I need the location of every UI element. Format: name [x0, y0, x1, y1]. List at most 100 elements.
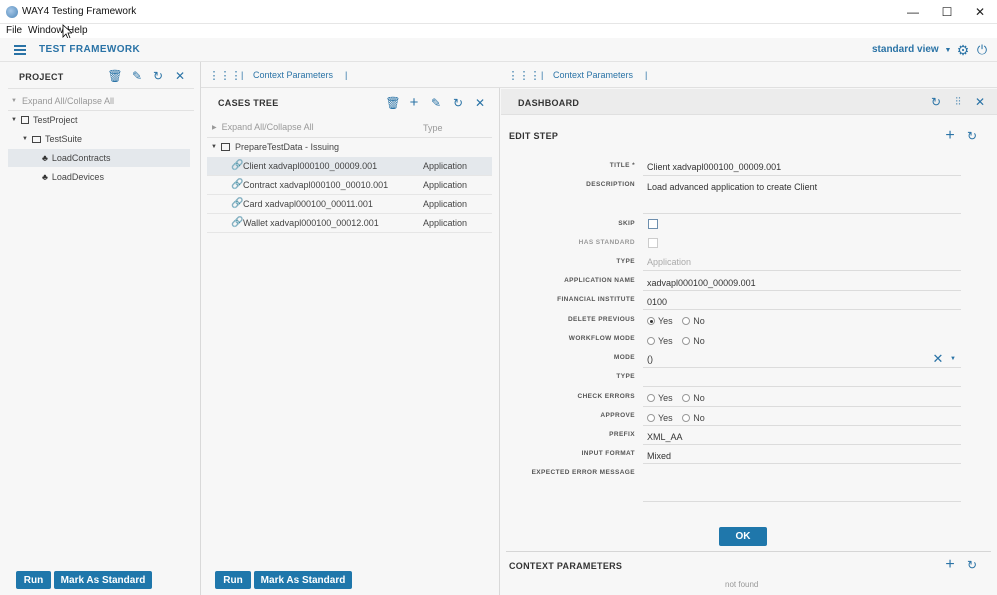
- project-panel: PROJECT 🗑 ✎ ↻ ✕ ▼ Expand All/Collapse Al…: [0, 62, 201, 595]
- tree-item-testsuite[interactable]: ▼ TestSuite: [22, 130, 192, 148]
- refresh-icon[interactable]: ↻: [451, 96, 465, 110]
- tree-item-loaddevices[interactable]: ♣ LoadDevices: [42, 168, 192, 186]
- case-row[interactable]: 🔗 Card xadvapl000100_00011.001 Applicati…: [207, 195, 492, 214]
- separator-bar: |: [541, 70, 544, 80]
- menu-file[interactable]: File: [6, 25, 22, 36]
- minimize-button[interactable]: —: [896, 0, 930, 24]
- description-field[interactable]: Load advanced application to create Clie…: [647, 182, 817, 192]
- delete-previous-yes[interactable]: Yes: [647, 316, 673, 326]
- view-selector[interactable]: standard view ▼: [872, 44, 951, 55]
- approve-yes[interactable]: Yes: [647, 413, 673, 423]
- tree-item-loadcontracts[interactable]: ♣ LoadContracts: [8, 149, 190, 167]
- apps-grid-icon[interactable]: ⋮⋮⋮: [508, 68, 541, 82]
- case-row[interactable]: 🔗 Wallet xadvapl000100_00012.001 Applica…: [207, 214, 492, 233]
- add-plus-icon[interactable]: +: [943, 556, 957, 573]
- settings-gear-icon[interactable]: ⚙: [955, 42, 971, 58]
- expand-all-label: Expand All/Collapse All: [221, 122, 314, 132]
- mode-select[interactable]: (): [647, 354, 653, 364]
- radio-icon: [682, 337, 691, 345]
- prefix-field[interactable]: XML_AA: [647, 432, 683, 442]
- link-icon: 🔗: [231, 179, 244, 190]
- skip-field-label: SKIP: [618, 220, 635, 227]
- edit-pencil-icon[interactable]: ✎: [130, 69, 144, 83]
- approve-no[interactable]: No: [682, 413, 705, 423]
- dashboard-header: DASHBOARD ↻ ⫶⫶ ✕: [501, 89, 997, 115]
- input-format-field[interactable]: Mixed: [647, 451, 671, 461]
- description-field-label: DESCRIPTION: [586, 181, 635, 188]
- delete-trash-icon[interactable]: 🗑: [385, 96, 400, 110]
- group-label: PrepareTestData - Issuing: [234, 142, 340, 152]
- project-expand-all[interactable]: ▼ Expand All/Collapse All: [11, 92, 114, 110]
- skip-checkbox[interactable]: [648, 219, 658, 229]
- prefix-field-label: PREFIX: [609, 431, 635, 438]
- field-underline: [643, 425, 961, 426]
- approve-field-label: APPROVE: [600, 412, 635, 419]
- approve-radio-group: Yes No: [647, 413, 712, 423]
- check-errors-no[interactable]: No: [682, 393, 705, 403]
- caret-down-icon: ▼: [11, 117, 17, 123]
- title-field[interactable]: Client xadvapl000100_00009.001: [647, 162, 781, 172]
- close-window-button[interactable]: ✕: [963, 0, 997, 24]
- close-icon[interactable]: ✕: [173, 69, 187, 83]
- tree-item-testproject[interactable]: ▼ TestProject: [11, 111, 191, 129]
- breadcrumb-context-parameters[interactable]: Context Parameters: [253, 70, 333, 80]
- add-plus-icon[interactable]: +: [407, 94, 421, 111]
- run-button[interactable]: Run: [16, 571, 51, 589]
- refresh-icon[interactable]: ↻: [151, 69, 165, 83]
- cases-breadcrumb-bar: ⋮⋮⋮ | Context Parameters |: [201, 62, 500, 88]
- type-column-header: Type: [423, 123, 443, 133]
- clear-x-icon[interactable]: ✕: [931, 351, 945, 366]
- field-underline: [643, 367, 961, 368]
- apps-grid-icon[interactable]: ⋮⋮⋮: [209, 68, 242, 82]
- case-label: Wallet xadvapl000100_00012.001: [243, 218, 379, 228]
- required-mark: *: [632, 162, 635, 169]
- cases-group-row[interactable]: ▼ PrepareTestData - Issuing: [211, 138, 481, 156]
- field-underline: [643, 463, 961, 464]
- refresh-icon[interactable]: ↻: [965, 129, 979, 143]
- case-type: Application: [423, 180, 468, 190]
- caret-down-icon: ▼: [22, 136, 28, 142]
- mode-field-label: MODE: [613, 354, 635, 361]
- maximize-button[interactable]: ☐: [930, 0, 964, 24]
- delete-trash-icon[interactable]: 🗑: [107, 69, 122, 83]
- refresh-icon[interactable]: ↻: [929, 95, 943, 109]
- financial-institute-field-label: FINANCIAL INSTITUTE: [557, 296, 635, 303]
- workflow-mode-field-label: WORKFLOW MODE: [568, 335, 635, 342]
- mark-as-standard-button[interactable]: Mark As Standard: [54, 571, 152, 589]
- radio-icon: [647, 414, 655, 422]
- financial-institute-field[interactable]: 0100: [647, 297, 667, 307]
- workflow-mode-yes[interactable]: Yes: [647, 336, 673, 346]
- case-type: Application: [423, 218, 468, 228]
- breadcrumb-context-parameters[interactable]: Context Parameters: [553, 70, 633, 80]
- field-underline: [643, 175, 961, 176]
- edit-pencil-icon[interactable]: ✎: [429, 96, 443, 110]
- run-button[interactable]: Run: [215, 571, 251, 589]
- field-underline: [643, 444, 961, 445]
- application-name-field[interactable]: xadvapl000100_00009.001: [647, 278, 756, 288]
- close-icon[interactable]: ✕: [473, 96, 487, 110]
- power-icon[interactable]: ⏻: [974, 42, 990, 58]
- delete-previous-no[interactable]: No: [682, 316, 705, 326]
- radio-icon: [682, 317, 691, 325]
- test-case-icon: ♣: [42, 172, 48, 182]
- sliders-settings-icon[interactable]: ⫶⫶: [951, 95, 965, 109]
- refresh-icon[interactable]: ↻: [965, 558, 979, 572]
- caret-down-icon[interactable]: ▼: [948, 354, 958, 364]
- check-errors-yes[interactable]: Yes: [647, 393, 673, 403]
- dashboard-title: DASHBOARD: [518, 98, 580, 108]
- case-row[interactable]: 🔗 Contract xadvapl000100_00010.001 Appli…: [207, 176, 492, 195]
- close-icon[interactable]: ✕: [973, 95, 987, 109]
- type-field-label: TYPE: [616, 258, 635, 265]
- ok-button[interactable]: OK: [719, 527, 767, 546]
- case-row[interactable]: 🔗 Client xadvapl000100_00009.001 Applica…: [207, 157, 492, 176]
- tree-label: LoadContracts: [51, 153, 111, 163]
- link-icon: 🔗: [231, 198, 244, 209]
- project-panel-title: PROJECT: [19, 72, 64, 82]
- context-parameters-empty: not found: [725, 580, 759, 589]
- add-plus-icon[interactable]: +: [943, 127, 957, 144]
- mark-as-standard-button[interactable]: Mark As Standard: [254, 571, 352, 589]
- workflow-mode-no[interactable]: No: [682, 336, 705, 346]
- delete-previous-radio-group: Yes No: [647, 316, 712, 326]
- menu-window[interactable]: Window: [28, 25, 64, 36]
- hamburger-menu-icon[interactable]: [14, 45, 26, 55]
